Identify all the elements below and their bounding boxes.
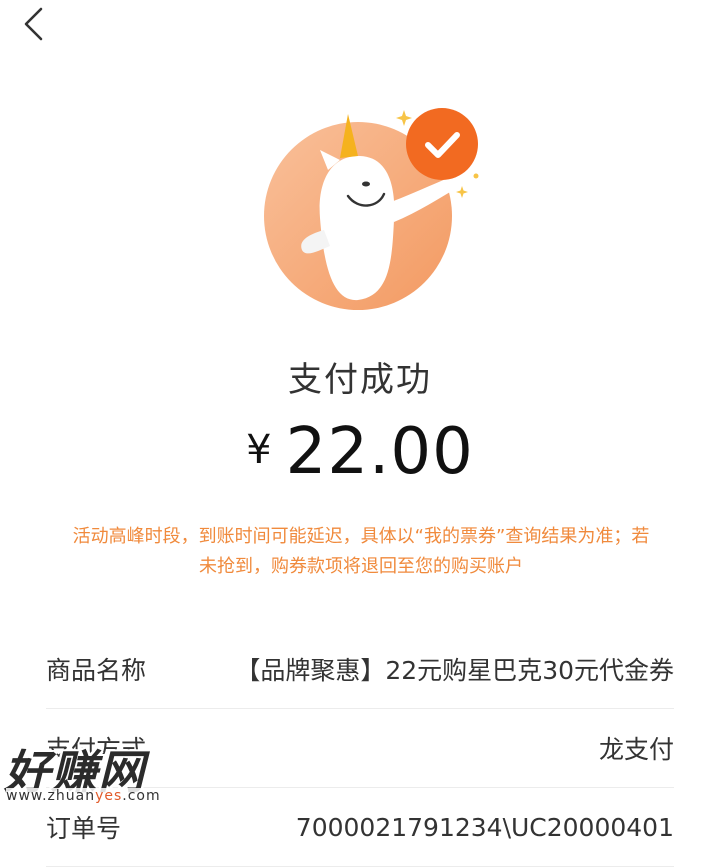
detail-row-product: 商品名称 【品牌聚惠】22元购星巴克30元代金券 — [46, 630, 674, 709]
check-badge-icon — [404, 106, 480, 186]
detail-label: 订单号 — [46, 814, 122, 843]
delay-notice: 活动高峰时段，到账时间可能延迟，具体以“我的票券”查询结果为准；若未抢到，购券款… — [72, 526, 650, 577]
back-button[interactable] — [14, 6, 54, 46]
detail-value: 7000021791234\UC20000401 — [295, 812, 674, 842]
amount-value: 22.00 — [285, 415, 474, 489]
detail-value: 【品牌聚惠】22元购星巴克30元代金券 — [235, 656, 674, 685]
watermark-url: www.zhuanyes.com — [6, 788, 161, 804]
payment-amount: ¥22.00 — [0, 420, 720, 484]
detail-value: 龙支付 — [598, 735, 674, 764]
success-illustration — [262, 100, 486, 310]
detail-label: 商品名称 — [46, 656, 147, 685]
site-watermark: 好赚网 www.zhuanyes.com — [0, 736, 200, 808]
currency-symbol: ¥ — [246, 427, 272, 473]
chevron-left-icon — [21, 7, 47, 45]
payment-status-title: 支付成功 — [288, 360, 432, 400]
